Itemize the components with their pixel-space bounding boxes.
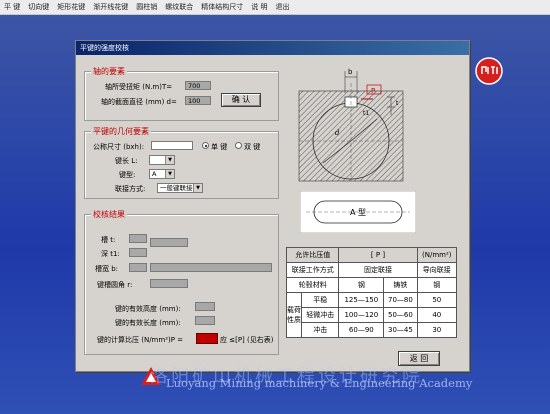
table-head-unit: (N/mm²) <box>416 247 458 263</box>
dialog-title: 平键的强度校核 <box>76 41 469 55</box>
company-logo-icon <box>475 57 503 85</box>
menu-bar: 平 键 切向键 矩形花键 渐开线花键 圆柱销 螺纹联合 精体结构尺寸 说 明 退… <box>0 0 550 15</box>
hub-b-value <box>129 263 147 272</box>
menu-item-structure-size[interactable]: 精体结构尺寸 <box>201 2 243 12</box>
key-type-caption: A 型 <box>350 208 366 217</box>
table-cell: 钢 <box>416 277 458 293</box>
key-geometry-group: 平键的几何要素 公称尺寸 (bxh): 单 键 双 键 键长 L: ▼ 键型: … <box>84 126 279 199</box>
result-group-label: 校核结果 <box>91 209 127 220</box>
pressure-condition: 应 ≤[P] (见右表) <box>220 336 274 344</box>
table-cell: 冲击 <box>300 322 340 338</box>
table-cell: 50—60 <box>383 307 418 323</box>
key-type-label: 键型: <box>119 171 136 179</box>
shaft-group: 轴的要素 轴所受扭矩 (N.m)T= 700 轴的截面直径 (mm) d= 10… <box>84 66 279 121</box>
calc-pressure-value <box>196 333 218 344</box>
table-cell: 钢 <box>338 277 385 293</box>
table-cell: 125—150 <box>338 292 385 308</box>
torque-label: 轴所受扭矩 (N.m)T= <box>105 83 173 91</box>
table-cell: 50 <box>416 292 458 308</box>
nominal-size-label: 公称尺寸 (bxh): <box>93 143 145 151</box>
double-key-radio[interactable] <box>235 142 242 149</box>
joint-type-select[interactable]: 一般键联接 ▼ <box>157 183 203 193</box>
diameter-label: 轴的截面直径 (mm) d= <box>101 98 177 106</box>
shaft-group-label: 轴的要素 <box>91 66 127 77</box>
label-b: b <box>348 68 353 76</box>
table-cell: 载荷性质 <box>286 292 302 338</box>
footer-english-name: Luoyang Mining machinery & Engineering A… <box>166 376 473 390</box>
table-cell: 轻微冲击 <box>300 307 340 323</box>
diameter-input[interactable]: 100 <box>185 96 211 105</box>
work-length-value <box>195 316 215 325</box>
hub-b-label: 槽宽 b: <box>95 265 119 273</box>
key-length-label: 键长 L: <box>115 157 138 165</box>
allowable-pressure-table: 允许比压值 [ P ] (N/mm²) 联接工作方式 固定联接 导向联接 轮毂材… <box>285 247 458 338</box>
depth-t1-label: 深 t1: <box>101 250 120 258</box>
table-head-symbol: [ P ] <box>338 247 418 263</box>
table-cell: 70—80 <box>383 292 418 308</box>
key-type-select[interactable]: A ▼ <box>149 169 175 179</box>
shaft-section-diagram: b P t t1 d <box>298 68 404 182</box>
table-cell: 铸铁 <box>383 277 418 293</box>
joint-type-value: 一般键联接 <box>160 184 193 192</box>
menu-item-involute-spline[interactable]: 渐开线花键 <box>93 2 128 12</box>
confirm-button[interactable]: 确 认 <box>221 93 261 107</box>
menu-item-cylinder-pin[interactable]: 圆柱销 <box>136 2 157 12</box>
work-height-value <box>195 302 215 311</box>
label-t1: t1 <box>363 110 369 117</box>
label-p: P <box>371 87 375 95</box>
menu-item-flat-key[interactable]: 平 键 <box>4 2 20 12</box>
slot-t-label: 槽 t: <box>101 236 116 244</box>
slot-t-value <box>129 234 147 243</box>
single-key-radio[interactable] <box>202 142 209 149</box>
key-length-select[interactable]: ▼ <box>149 155 175 165</box>
table-cell: 60—90 <box>338 322 385 338</box>
key-strength-dialog: 平键的强度校核 轴的要素 轴所受扭矩 (N.m)T= 700 轴的截面直径 (m… <box>75 40 470 372</box>
calc-pressure-label: 键的计算比压 (N/mm²)P = <box>97 336 184 344</box>
menu-item-rect-spline[interactable]: 矩形花键 <box>57 2 85 12</box>
table-cell: 轮毂材料 <box>285 277 340 293</box>
chevron-down-icon: ▼ <box>165 170 174 178</box>
hub-b-tolerance <box>150 263 272 272</box>
single-key-label: 单 键 <box>211 143 228 151</box>
table-cell: 固定联接 <box>338 262 418 278</box>
torque-input[interactable]: 700 <box>185 81 211 90</box>
joint-type-label: 联接方式: <box>115 185 146 193</box>
table-cell: 100—120 <box>338 307 385 323</box>
slot-r-value <box>150 279 188 288</box>
menu-item-tangential-key[interactable]: 切向键 <box>28 2 49 12</box>
key-geometry-label: 平键的几何要素 <box>91 126 151 137</box>
key-type-value: A <box>152 170 157 178</box>
work-length-label: 键的有效长度 (mm): <box>115 319 181 327</box>
table-cell: 40 <box>416 307 458 323</box>
table-cell: 导向联接 <box>416 262 458 278</box>
menu-item-help[interactable]: 说 明 <box>251 2 267 12</box>
chevron-down-icon: ▼ <box>165 156 174 164</box>
key-shape-diagram: A 型 <box>300 191 416 233</box>
table-head-label: 允许比压值 <box>285 247 340 263</box>
work-height-label: 键的有效高度 (mm): <box>115 305 181 313</box>
chevron-down-icon: ▼ <box>193 184 202 192</box>
table-cell: 联接工作方式 <box>285 262 340 278</box>
double-key-label: 双 键 <box>244 143 261 151</box>
label-d: d <box>335 129 340 137</box>
table-cell: 30 <box>416 322 458 338</box>
slot-t-tolerance <box>150 238 188 247</box>
table-cell: 30—45 <box>383 322 418 338</box>
slot-r-label: 键槽圆角 r: <box>97 281 133 289</box>
menu-item-exit[interactable]: 退出 <box>275 2 289 12</box>
menu-item-thread[interactable]: 螺纹联合 <box>165 2 193 12</box>
nominal-size-input[interactable] <box>151 141 193 150</box>
result-group: 校核结果 槽 t: 深 t1: 槽宽 b: 键槽圆角 r: 键的有效高度 (mm… <box>84 209 279 355</box>
depth-t1-value <box>129 248 147 257</box>
table-cell: 平稳 <box>300 292 340 308</box>
